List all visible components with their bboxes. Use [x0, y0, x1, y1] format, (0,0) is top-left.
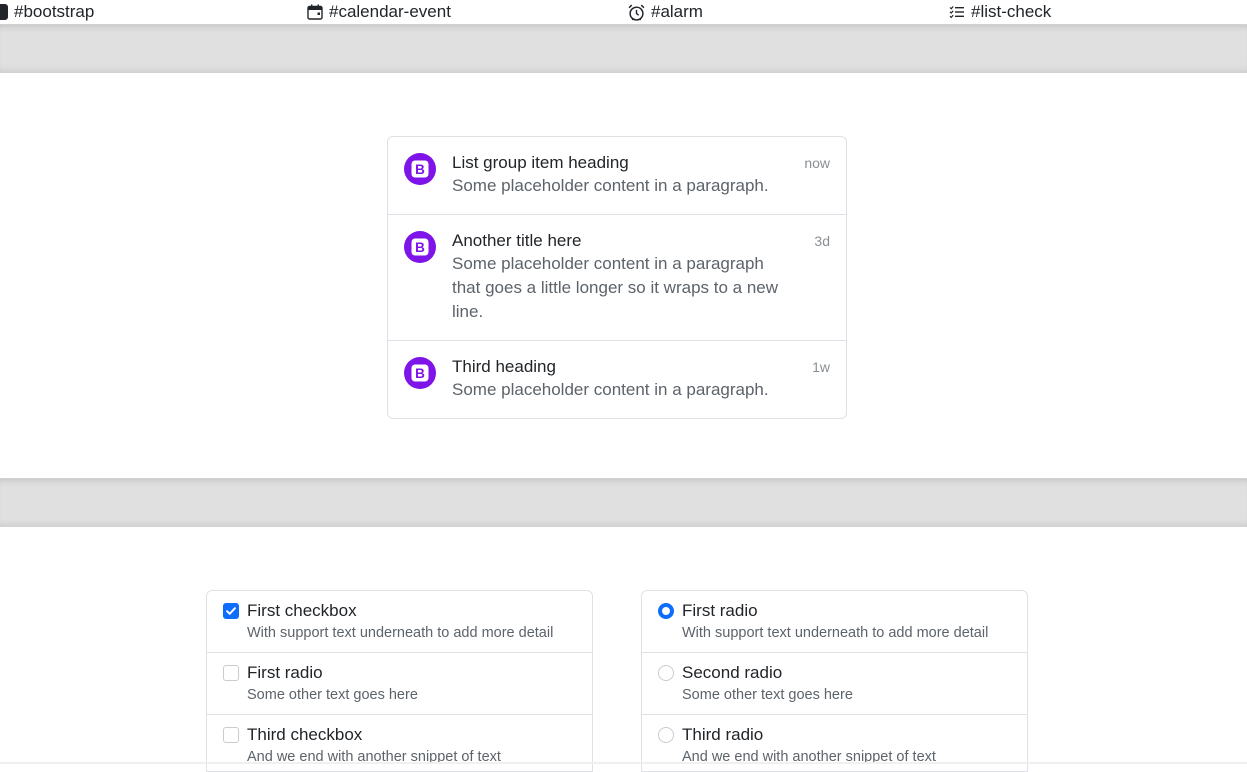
list-item-time: 3d: [814, 233, 830, 249]
section-divider: [0, 24, 1247, 73]
list-item-time: now: [804, 155, 830, 171]
icon-item-list-check[interactable]: #list-check: [949, 2, 1051, 22]
list-group-item[interactable]: B Another title here Some placeholder co…: [388, 215, 846, 341]
radio-label: Third radio: [682, 725, 764, 744]
calendar-event-icon: [307, 4, 323, 20]
checkbox-option[interactable]: First checkbox With support text underne…: [207, 591, 592, 653]
radio-unchecked[interactable]: [658, 727, 674, 743]
icon-item-label: #bootstrap: [14, 2, 95, 21]
list-item-time: 1w: [812, 359, 830, 375]
icon-item-calendar-event[interactable]: #calendar-event: [307, 2, 451, 22]
list-check-icon: [949, 6, 964, 19]
radio-support-text: And we end with another snippet of text: [682, 749, 936, 765]
checkbox-label: First radio: [247, 663, 323, 682]
bootstrap-icon: [0, 4, 8, 20]
list-item-text: Some placeholder content in a paragraph …: [452, 254, 779, 321]
list-group-item[interactable]: B Third heading Some placeholder content…: [388, 341, 846, 418]
radio-label: Second radio: [682, 663, 783, 682]
checkbox-support-text: With support text underneath to add more…: [247, 625, 554, 641]
list-item-heading: Third heading: [452, 357, 556, 376]
list-group-item[interactable]: B List group item heading Some placehold…: [388, 137, 846, 215]
list-group: B List group item heading Some placehold…: [387, 136, 847, 419]
svg-text:B: B: [415, 162, 425, 177]
checkbox-unchecked[interactable]: [223, 665, 239, 681]
svg-text:B: B: [415, 366, 425, 381]
checkbox-support-text: And we end with another snippet of text: [247, 749, 501, 765]
checkbox-list-group: First checkbox With support text underne…: [206, 590, 593, 772]
list-item-text: Some placeholder content in a paragraph.: [452, 380, 769, 399]
radio-option[interactable]: First radio With support text underneath…: [642, 591, 1027, 653]
bootstrap-icon: B: [404, 231, 436, 263]
radio-list-group: First radio With support text underneath…: [641, 590, 1028, 772]
checkbox-label: Third checkbox: [247, 725, 363, 744]
radio-option[interactable]: Second radio Some other text goes here: [642, 653, 1027, 715]
list-item-heading: List group item heading: [452, 153, 629, 172]
bootstrap-icon: B: [404, 357, 436, 389]
icon-bar: #bootstrap #calendar-event #alarm #list-…: [0, 0, 1247, 24]
icon-item-bootstrap[interactable]: #bootstrap: [0, 2, 94, 22]
checkbox-option[interactable]: First radio Some other text goes here: [207, 653, 592, 715]
svg-text:B: B: [415, 240, 425, 255]
checkbox-label: First checkbox: [247, 601, 357, 620]
icon-item-label: #calendar-event: [329, 2, 451, 21]
list-item-heading: Another title here: [452, 231, 582, 250]
radio-support-text: Some other text goes here: [682, 687, 853, 703]
checkbox-support-text: Some other text goes here: [247, 687, 418, 703]
checkbox-checked[interactable]: [223, 603, 239, 619]
list-item-text: Some placeholder content in a paragraph.: [452, 176, 769, 195]
section-divider: [0, 478, 1247, 527]
check-icon: [226, 607, 236, 615]
radio-unchecked[interactable]: [658, 665, 674, 681]
checkbox-unchecked[interactable]: [223, 727, 239, 743]
icon-item-label: #list-check: [971, 2, 1052, 21]
radio-checked[interactable]: [658, 603, 674, 619]
icon-item-label: #alarm: [651, 2, 703, 21]
alarm-icon: [628, 4, 645, 21]
radio-label: First radio: [682, 601, 758, 620]
icon-item-alarm[interactable]: #alarm: [628, 2, 703, 22]
bootstrap-icon: B: [404, 153, 436, 185]
radio-support-text: With support text underneath to add more…: [682, 625, 989, 641]
